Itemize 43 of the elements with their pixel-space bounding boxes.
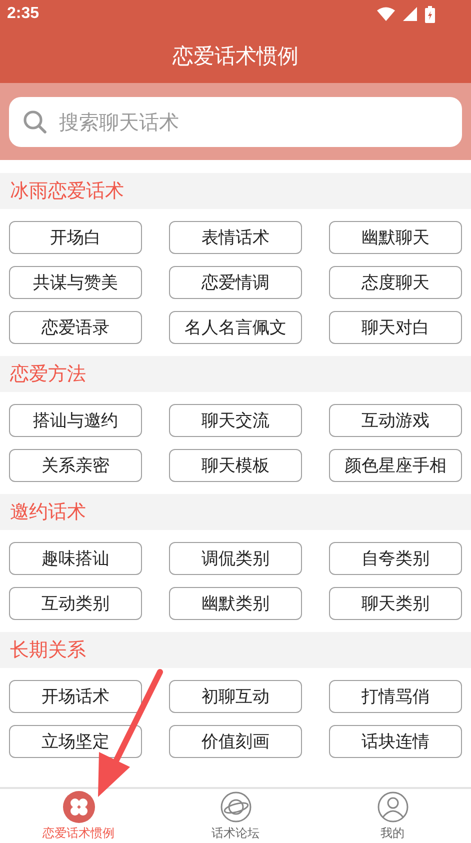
topic-button[interactable]: 聊天对白 — [329, 311, 462, 344]
page-title: 恋爱话术惯例 — [172, 42, 298, 70]
topic-button[interactable]: 恋爱语录 — [9, 311, 142, 344]
topic-button[interactable]: 恋爱情调 — [169, 266, 302, 299]
section-title: 邀约话术 — [10, 500, 86, 525]
wifi-icon — [377, 7, 395, 21]
clover-icon — [62, 790, 94, 822]
battery-icon — [425, 6, 435, 22]
tab-item[interactable]: 话术论坛 — [157, 789, 314, 843]
topic-button[interactable]: 调侃类别 — [169, 542, 302, 575]
topic-button[interactable]: 聊天交流 — [169, 404, 302, 437]
topic-button[interactable]: 自夸类别 — [329, 542, 462, 575]
topic-button[interactable]: 趣味搭讪 — [9, 542, 142, 575]
topic-button[interactable]: 幽默聊天 — [329, 221, 462, 254]
search-icon — [23, 110, 47, 134]
topic-button[interactable]: 初聊互动 — [169, 680, 302, 713]
topic-button[interactable]: 开场白 — [9, 221, 142, 254]
search-field[interactable]: 搜索聊天话术 — [9, 96, 462, 146]
topic-button[interactable]: 打情骂俏 — [329, 680, 462, 713]
topic-button[interactable]: 互动类别 — [9, 587, 142, 620]
topic-button[interactable]: 态度聊天 — [329, 266, 462, 299]
section-title: 冰雨恋爱话术 — [10, 179, 124, 204]
topic-button[interactable]: 名人名言佩文 — [169, 311, 302, 344]
person-icon — [376, 790, 408, 822]
topic-button[interactable]: 搭讪与邀约 — [9, 404, 142, 437]
topic-button[interactable]: 颜色星座手相 — [329, 449, 462, 482]
topic-button[interactable]: 价值刻画 — [169, 725, 302, 758]
section-title: 恋爱方法 — [10, 362, 86, 387]
status-time: 2:35 — [7, 5, 40, 23]
topic-button[interactable]: 话块连情 — [329, 725, 462, 758]
signal-icon — [403, 7, 417, 21]
topic-button[interactable]: 开场话术 — [9, 680, 142, 713]
topic-button[interactable]: 表情话术 — [169, 221, 302, 254]
topic-button[interactable]: 聊天模板 — [169, 449, 302, 482]
topic-button[interactable]: 聊天类别 — [329, 587, 462, 620]
topic-button[interactable]: 立场坚定 — [9, 725, 142, 758]
tab-item[interactable]: 我的 — [314, 789, 471, 843]
topic-button[interactable]: 共谋与赞美 — [9, 266, 142, 299]
topic-button[interactable]: 互动游戏 — [329, 404, 462, 437]
section-title: 长期关系 — [10, 638, 86, 663]
topic-button[interactable]: 幽默类别 — [169, 587, 302, 620]
topic-button[interactable]: 关系亲密 — [9, 449, 142, 482]
planet-icon — [220, 790, 252, 822]
